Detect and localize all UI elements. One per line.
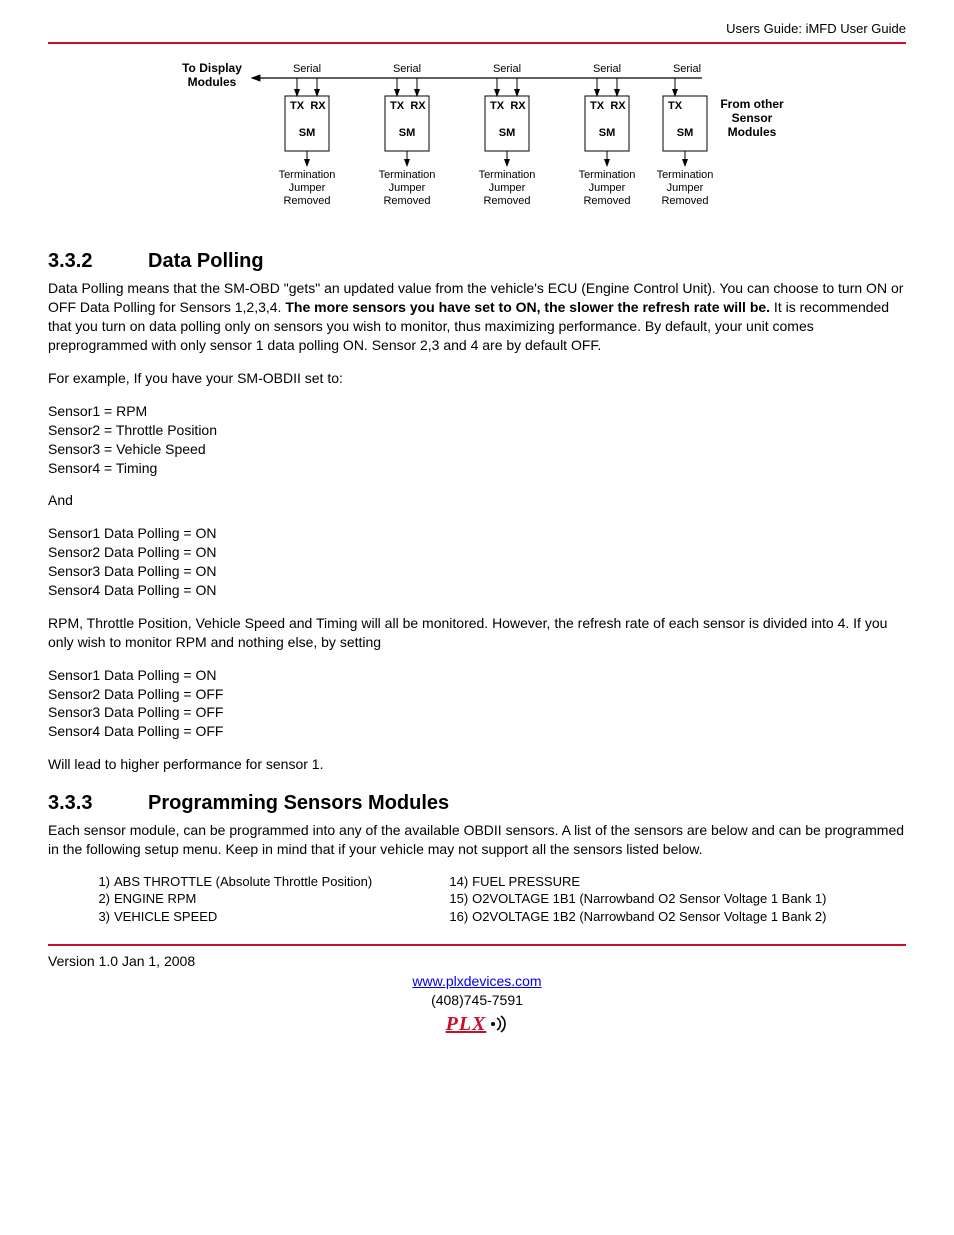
sensor-list-right: 14)FUEL PRESSURE 15)O2VOLTAGE 1B1 (Narro… — [372, 873, 826, 926]
footer-divider — [48, 944, 906, 946]
section-title: Programming Sensors Modules — [148, 792, 449, 814]
wireless-icon — [488, 1014, 508, 1034]
svg-text:Termination: Termination — [579, 169, 636, 181]
section-title: Data Polling — [148, 250, 264, 272]
svg-text:TX: TX — [668, 100, 683, 112]
sensor-polling-on: Sensor1 Data Polling = ON Sensor2 Data P… — [48, 524, 906, 600]
svg-text:Jumper: Jumper — [667, 182, 704, 194]
svg-text:Removed: Removed — [661, 195, 708, 207]
svg-text:Termination: Termination — [479, 169, 536, 181]
section-number: 3.3.2 — [48, 248, 148, 275]
section-number: 3.3.3 — [48, 790, 148, 817]
para-332-2: For example, If you have your SM-OBDII s… — [48, 369, 906, 388]
version-text: Version 1.0 Jan 1, 2008 — [48, 952, 906, 971]
header-guide-text: Users Guide: iMFD User Guide — [48, 20, 906, 38]
svg-text:Modules: Modules — [728, 125, 777, 139]
svg-text:Serial: Serial — [493, 63, 521, 75]
footer: Version 1.0 Jan 1, 2008 www.plxdevices.c… — [48, 952, 906, 1037]
svg-text:TX: TX — [390, 100, 405, 112]
svg-text:SM: SM — [499, 127, 516, 139]
svg-text:Removed: Removed — [383, 195, 430, 207]
para-and: And — [48, 491, 906, 510]
header-divider — [48, 42, 906, 44]
svg-text:Removed: Removed — [583, 195, 630, 207]
svg-text:SM: SM — [299, 127, 316, 139]
sensor-polling-off: Sensor1 Data Polling = ON Sensor2 Data P… — [48, 666, 906, 742]
plx-logo-text: PLX — [446, 1011, 487, 1037]
svg-text:TX: TX — [290, 100, 305, 112]
svg-text:Jumper: Jumper — [489, 182, 526, 194]
svg-text:To Display: To Display — [182, 61, 242, 75]
svg-text:SM: SM — [677, 127, 694, 139]
svg-text:Serial: Serial — [673, 63, 701, 75]
svg-text:Jumper: Jumper — [589, 182, 626, 194]
svg-text:TX: TX — [490, 100, 505, 112]
svg-text:Jumper: Jumper — [289, 182, 326, 194]
svg-text:TX: TX — [590, 100, 605, 112]
sensor-assignments: Sensor1 = RPM Sensor2 = Throttle Positio… — [48, 402, 906, 478]
svg-text:Removed: Removed — [483, 195, 530, 207]
footer-phone: (408)745-7591 — [431, 992, 523, 1008]
svg-text:Sensor: Sensor — [732, 111, 773, 125]
footer-url-link[interactable]: www.plxdevices.com — [412, 973, 541, 989]
svg-text:Removed: Removed — [283, 195, 330, 207]
svg-text:Termination: Termination — [279, 169, 336, 181]
svg-text:Serial: Serial — [593, 63, 621, 75]
svg-text:Serial: Serial — [293, 63, 321, 75]
sensor-list: 1)ABS THROTTLE (Absolute Throttle Positi… — [48, 873, 906, 926]
svg-text:Termination: Termination — [379, 169, 436, 181]
para-332-4: Will lead to higher performance for sens… — [48, 755, 906, 774]
svg-text:RX: RX — [310, 100, 326, 112]
svg-text:SM: SM — [599, 127, 616, 139]
sensor-list-left: 1)ABS THROTTLE (Absolute Throttle Positi… — [48, 873, 372, 926]
svg-text:SM: SM — [399, 127, 416, 139]
para-333-1: Each sensor module, can be programmed in… — [48, 821, 906, 859]
svg-text:Jumper: Jumper — [389, 182, 426, 194]
section-heading-333: 3.3.3Programming Sensors Modules — [48, 790, 906, 817]
para-332-1: Data Polling means that the SM-OBD "gets… — [48, 279, 906, 355]
para-332-3: RPM, Throttle Position, Vehicle Speed an… — [48, 614, 906, 652]
svg-text:From other: From other — [720, 97, 784, 111]
svg-text:Serial: Serial — [393, 63, 421, 75]
svg-text:RX: RX — [610, 100, 626, 112]
svg-text:Termination: Termination — [657, 169, 714, 181]
sm-chain-diagram: To Display Modules From other Sensor Mod… — [48, 56, 906, 221]
svg-text:RX: RX — [510, 100, 526, 112]
diagram-svg: To Display Modules From other Sensor Mod… — [157, 56, 797, 216]
svg-text:Modules: Modules — [188, 75, 237, 89]
section-heading-332: 3.3.2Data Polling — [48, 248, 906, 275]
svg-text:RX: RX — [410, 100, 426, 112]
plx-logo: PLX — [446, 1011, 509, 1037]
